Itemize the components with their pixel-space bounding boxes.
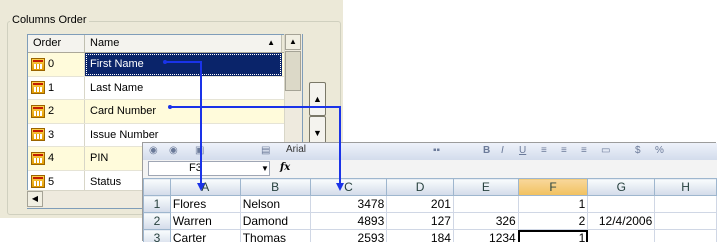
- cell[interactable]: Thomas: [239, 229, 311, 242]
- column-header-name[interactable]: Name ▲: [85, 35, 282, 52]
- align-center-icon[interactable]: ≡: [561, 145, 567, 156]
- font-name-box[interactable]: Arial: [286, 144, 306, 155]
- cell[interactable]: 2: [517, 212, 589, 230]
- list-item[interactable]: 1 Last Name: [28, 76, 302, 100]
- column-header-c[interactable]: C: [309, 178, 388, 196]
- table-row: 2 Warren Damond 4893 127 326 2 12/4/2006: [143, 212, 717, 230]
- align-right-icon[interactable]: ≡: [581, 145, 587, 156]
- table-row: 1 Flores Nelson 3478 201 1: [143, 195, 717, 213]
- select-all-corner[interactable]: [143, 178, 171, 196]
- column-header-order[interactable]: Order: [28, 35, 85, 52]
- group-title: Columns Order: [10, 14, 89, 27]
- list-item-order: 0: [28, 53, 85, 76]
- list-item[interactable]: 0 First Name: [28, 53, 302, 77]
- list-item-name: Card Number: [90, 105, 157, 117]
- spreadsheet-grid: A B C D E F G H 1 Flores Nelson 3478 201: [143, 178, 717, 242]
- bold-icon[interactable]: B: [483, 145, 490, 156]
- row-header[interactable]: 1: [143, 195, 171, 213]
- cell[interactable]: 1: [517, 195, 589, 213]
- scroll-up-button[interactable]: ▲: [285, 34, 301, 50]
- name-box[interactable]: F3 ▼: [148, 161, 270, 176]
- percent-icon[interactable]: %: [655, 145, 664, 156]
- cell[interactable]: [587, 195, 656, 213]
- row-header[interactable]: 3: [143, 229, 171, 242]
- list-item-order: 1: [28, 76, 85, 99]
- triangle-down-icon: ▼: [313, 128, 322, 138]
- list-item-order-value: 1: [48, 81, 55, 94]
- list-item[interactable]: 2 Card Number: [28, 100, 302, 124]
- excel-window: ◉ ◉ ▣ ▤ Arial ▪▪ B I U ≡ ≡ ≡ ▭ $ % F3 ▼ …: [143, 143, 717, 242]
- cell[interactable]: Warren: [169, 212, 241, 230]
- calendar-icon: [31, 81, 45, 95]
- list-item-order: 3: [28, 123, 85, 146]
- cell[interactable]: Damond: [239, 212, 311, 230]
- cell[interactable]: 12/4/2006: [587, 212, 656, 230]
- cell[interactable]: Carter: [169, 229, 241, 242]
- list-item-order-value: 4: [48, 152, 55, 165]
- column-header-row: A B C D E F G H: [143, 178, 717, 196]
- calendar-icon: [31, 104, 45, 118]
- align-left-icon[interactable]: ≡: [541, 145, 547, 156]
- fx-icon[interactable]: fx: [280, 162, 290, 173]
- calendar-icon: [31, 151, 45, 165]
- calendar-icon: [31, 57, 45, 71]
- cell[interactable]: 2593: [309, 229, 388, 242]
- active-cell[interactable]: 1: [517, 229, 589, 242]
- formatting-toolbar: ◉ ◉ ▣ ▤ Arial ▪▪ B I U ≡ ≡ ≡ ▭ $ %: [143, 143, 717, 160]
- cell[interactable]: 3478: [309, 195, 388, 213]
- cell[interactable]: 326: [452, 212, 519, 230]
- cell[interactable]: Flores: [169, 195, 241, 213]
- toolbar-button-icon[interactable]: ▣: [195, 145, 204, 156]
- list-item-order: 4: [28, 147, 85, 170]
- toolbar-button-icon[interactable]: ▤: [261, 145, 270, 156]
- cell[interactable]: Nelson: [239, 195, 311, 213]
- toolbar-button-icon[interactable]: ◉: [169, 145, 178, 156]
- screenshot-stage: Columns Order Order Name ▲ 0 First Name: [0, 0, 717, 242]
- list-item-order: 2: [28, 100, 85, 123]
- column-header-name-label: Name: [90, 37, 120, 49]
- formula-bar: F3 ▼ fx: [143, 160, 717, 179]
- column-header-a[interactable]: A: [169, 178, 241, 196]
- cell[interactable]: 4893: [309, 212, 388, 230]
- cell[interactable]: [654, 229, 717, 242]
- cell[interactable]: 184: [386, 229, 454, 242]
- cell[interactable]: [452, 195, 519, 213]
- chevron-down-icon[interactable]: ▼: [261, 162, 269, 175]
- listview-header: Order Name ▲: [28, 35, 302, 53]
- cell[interactable]: 1234: [452, 229, 519, 242]
- italic-icon[interactable]: I: [501, 145, 504, 156]
- toolbar-button-icon[interactable]: ▪▪: [433, 145, 440, 156]
- underline-icon[interactable]: U: [519, 145, 526, 156]
- calendar-icon: [31, 128, 45, 142]
- move-up-button[interactable]: ▲: [309, 82, 326, 116]
- scroll-left-button[interactable]: ◀: [27, 191, 43, 207]
- scroll-thumb[interactable]: [285, 51, 301, 91]
- currency-icon[interactable]: $: [635, 145, 641, 156]
- list-item-order-value: 0: [48, 58, 55, 71]
- column-header-h[interactable]: H: [654, 178, 717, 196]
- list-item-order-value: 2: [48, 105, 55, 118]
- merge-center-icon[interactable]: ▭: [601, 145, 610, 156]
- column-header-f[interactable]: F: [517, 178, 589, 196]
- table-row: 3 Carter Thomas 2593 184 1234 1: [143, 229, 717, 242]
- list-item-name: Last Name: [90, 81, 144, 94]
- triangle-up-icon: ▲: [313, 94, 322, 104]
- list-item-name: First Name: [85, 53, 282, 76]
- cell[interactable]: 127: [386, 212, 454, 230]
- toolbar-button-icon[interactable]: ◉: [149, 145, 158, 156]
- calendar-icon: [31, 175, 45, 189]
- column-header-b[interactable]: B: [239, 178, 311, 196]
- column-header-g[interactable]: G: [587, 178, 656, 196]
- cell[interactable]: 201: [386, 195, 454, 213]
- cell[interactable]: [654, 212, 717, 230]
- sort-ascending-icon: ▲: [267, 38, 275, 47]
- row-header[interactable]: 2: [143, 212, 171, 230]
- column-header-d[interactable]: D: [386, 178, 454, 196]
- column-header-e[interactable]: E: [452, 178, 519, 196]
- cell[interactable]: [587, 229, 656, 242]
- list-item-order-value: 3: [48, 128, 55, 141]
- cell[interactable]: [654, 195, 717, 213]
- name-box-value: F3: [189, 162, 202, 174]
